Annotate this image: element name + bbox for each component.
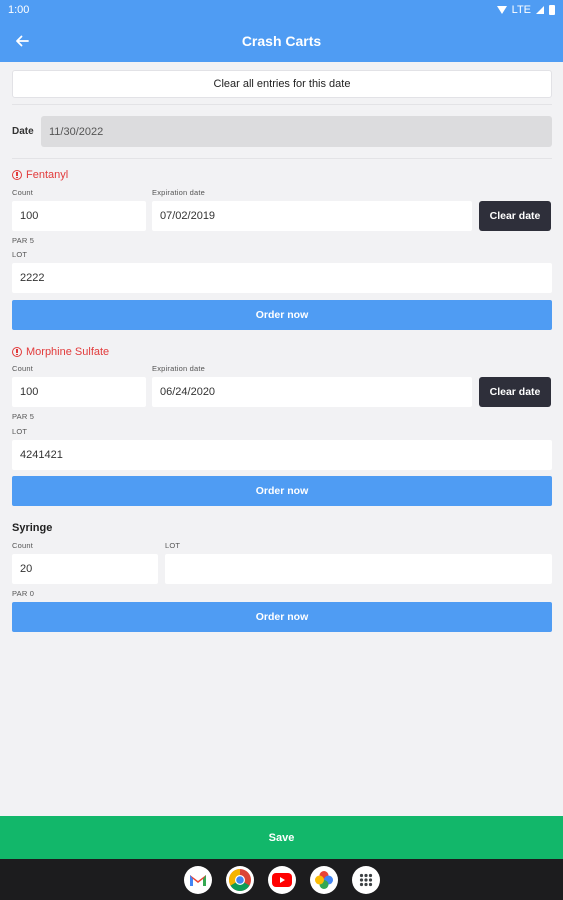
count-label: Count <box>12 541 34 550</box>
item-name: Morphine Sulfate <box>26 346 110 358</box>
expiration-label: Expiration date <box>152 188 206 197</box>
order-now-button[interactable]: Order now <box>12 476 552 506</box>
status-icons: LTE <box>496 4 555 16</box>
clear-date-button[interactable]: Clear date <box>479 201 551 231</box>
item-name: Syringe <box>12 522 53 534</box>
order-now-button[interactable]: Order now <box>12 300 552 330</box>
expiration-date-input[interactable]: 06/24/2020 <box>152 377 472 407</box>
app-bar: Crash Carts <box>0 20 563 62</box>
item-title-morphine-sulfate: Morphine Sulfate <box>12 346 109 358</box>
lot-label: LOT <box>12 427 28 436</box>
app-drawer-icon[interactable] <box>351 865 380 894</box>
lot-label: LOT <box>12 250 28 259</box>
par-label: PAR 0 <box>12 589 35 598</box>
warning-icon <box>12 347 22 357</box>
network-type: LTE <box>511 4 531 16</box>
photos-icon[interactable] <box>309 865 338 894</box>
date-label: Date <box>12 126 34 137</box>
page-title: Crash Carts <box>241 33 322 49</box>
par-label: PAR 5 <box>12 412 35 421</box>
expiration-label: Expiration date <box>152 364 206 373</box>
count-label: Count <box>12 364 34 373</box>
gmail-icon[interactable] <box>183 865 212 894</box>
back-arrow-icon[interactable] <box>10 29 34 53</box>
app-dock <box>0 859 563 900</box>
status-bar: 1:00 LTE <box>0 0 563 20</box>
battery-icon <box>549 5 555 15</box>
count-label: Count <box>12 188 34 197</box>
count-input[interactable]: 20 <box>12 554 158 584</box>
count-input[interactable]: 100 <box>12 201 146 231</box>
chrome-icon[interactable] <box>225 865 254 894</box>
signal-icon <box>536 6 544 14</box>
item-name: Fentanyl <box>26 169 69 181</box>
lot-label: LOT <box>165 541 181 550</box>
lot-input[interactable]: 2222 <box>12 263 552 293</box>
date-field[interactable]: 11/30/2022 <box>41 116 552 147</box>
warning-icon <box>12 170 22 180</box>
item-title-fentanyl: Fentanyl <box>12 169 68 181</box>
status-time: 1:00 <box>8 4 30 16</box>
divider <box>12 104 552 105</box>
youtube-icon[interactable] <box>267 865 296 894</box>
count-input[interactable]: 100 <box>12 377 146 407</box>
save-button[interactable]: Save <box>0 816 563 859</box>
lot-input[interactable] <box>165 554 552 584</box>
clear-all-entries-button[interactable]: Clear all entries for this date <box>12 70 552 98</box>
expiration-date-input[interactable]: 07/02/2019 <box>152 201 472 231</box>
wifi-icon <box>496 6 507 14</box>
main-content: Clear all entries for this date Date 11/… <box>0 62 563 816</box>
item-title-syringe: Syringe <box>12 522 52 534</box>
divider <box>12 158 552 159</box>
clear-date-button[interactable]: Clear date <box>479 377 551 407</box>
order-now-button[interactable]: Order now <box>12 602 552 632</box>
lot-input[interactable]: 4241421 <box>12 440 552 470</box>
par-label: PAR 5 <box>12 236 35 245</box>
